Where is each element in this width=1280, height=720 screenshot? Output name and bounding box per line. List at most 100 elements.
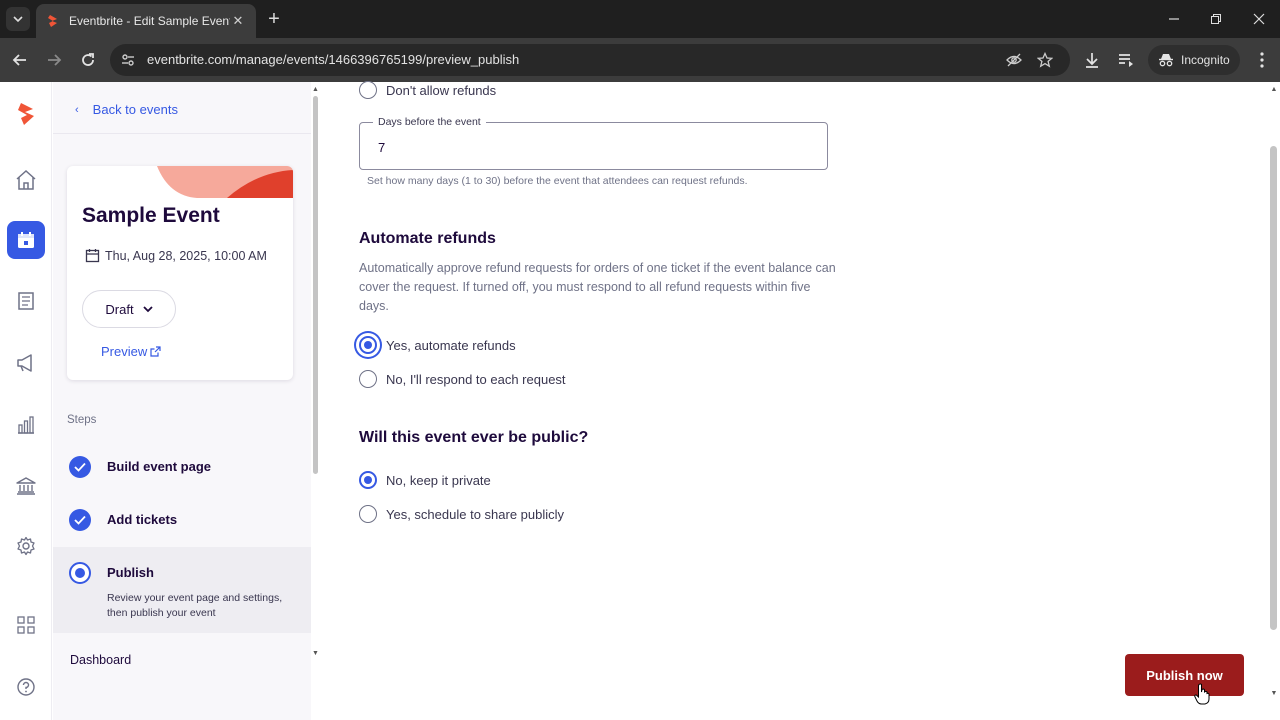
incognito-label: Incognito <box>1181 53 1230 67</box>
divider <box>53 133 311 134</box>
megaphone-icon <box>17 354 32 372</box>
chevron-left-icon: ‹ <box>75 103 79 116</box>
download-icon[interactable] <box>1082 50 1102 70</box>
step-title: Build event page <box>107 459 212 474</box>
star-icon[interactable] <box>1037 52 1053 68</box>
rail-marketing[interactable] <box>10 347 42 379</box>
rail-help[interactable] <box>10 671 42 703</box>
days-before-event-label: Days before the event <box>373 116 486 128</box>
tab-title: Eventbrite - Edit Sample Event <box>69 14 230 28</box>
calendar-small-icon <box>85 249 100 263</box>
step-build-event-page[interactable]: Build event page <box>53 452 311 482</box>
step-title: Publish <box>107 565 154 580</box>
rail-orders[interactable] <box>10 285 42 317</box>
status-dropdown[interactable]: Draft <box>82 290 176 328</box>
days-before-event-field[interactable]: Days before the event 7 <box>359 116 828 170</box>
reload-button[interactable] <box>77 49 99 71</box>
media-controls-icon[interactable] <box>1116 50 1136 70</box>
radio-button[interactable] <box>359 81 377 99</box>
rail-apps[interactable] <box>10 609 42 641</box>
rail-finance[interactable] <box>10 470 42 502</box>
tab-close-icon[interactable]: ✕ <box>230 13 246 29</box>
close-window-button[interactable] <box>1249 9 1269 29</box>
back-to-events-link[interactable]: ‹ Back to events <box>75 102 178 117</box>
bank-icon <box>16 477 36 495</box>
step-description: Review your event page and settings, the… <box>107 592 283 619</box>
radio-button[interactable] <box>359 505 377 523</box>
days-before-event-value[interactable]: 7 <box>378 140 385 155</box>
rail-settings[interactable] <box>10 530 42 562</box>
publish-settings-main: Don't allow refunds Days before the even… <box>320 81 1268 720</box>
preview-link[interactable]: Preview <box>101 344 161 359</box>
restore-button[interactable] <box>1206 9 1226 29</box>
step-complete-check-icon <box>69 456 91 478</box>
radio-label: No, I'll respond to each request <box>386 371 566 387</box>
preview-label: Preview <box>101 344 148 359</box>
radio-no-respond-each[interactable]: No, I'll respond to each request <box>359 370 566 388</box>
external-link-icon <box>150 346 161 357</box>
reports-icon <box>18 416 34 434</box>
new-tab-button[interactable]: + <box>264 8 284 30</box>
rail-reports[interactable] <box>10 409 42 441</box>
radio-yes-automate-refunds[interactable]: Yes, automate refunds <box>359 336 516 354</box>
chevron-down-icon <box>142 305 153 312</box>
hand-cursor-icon <box>1194 683 1210 705</box>
back-to-events-label: Back to events <box>92 102 178 117</box>
browser-tab-bar: Eventbrite - Edit Sample Event ✕ + <box>0 0 1280 38</box>
rail-events[interactable] <box>7 221 45 259</box>
radio-button[interactable] <box>359 471 377 489</box>
incognito-indicator[interactable]: Incognito <box>1148 45 1240 75</box>
browser-menu-button[interactable] <box>1252 50 1272 70</box>
scroll-up-arrow-icon[interactable]: ▲ <box>1268 86 1280 93</box>
sidebar-item-dashboard[interactable]: Dashboard <box>70 653 131 667</box>
scroll-down-arrow-icon[interactable]: ▼ <box>311 650 320 657</box>
close-icon <box>1253 13 1265 25</box>
step-add-tickets[interactable]: Add tickets <box>53 505 311 535</box>
restore-icon <box>1211 14 1221 24</box>
eventbrite-logo-icon <box>18 103 34 125</box>
arrow-left-icon <box>12 54 26 66</box>
radio-schedule-public[interactable]: Yes, schedule to share publicly <box>359 505 564 523</box>
back-button[interactable] <box>9 49 31 71</box>
eye-off-icon[interactable] <box>1006 52 1022 68</box>
forward-button[interactable] <box>43 49 65 71</box>
publish-now-button[interactable]: Publish now <box>1125 654 1244 696</box>
radio-dont-allow-refunds[interactable]: Don't allow refunds <box>359 81 496 99</box>
radio-button[interactable] <box>359 336 377 354</box>
sidebar-scrollbar-thumb[interactable] <box>313 96 318 474</box>
url-text: eventbrite.com/manage/events/14663967651… <box>147 52 520 67</box>
step-publish[interactable]: Publish Review your event page and setti… <box>53 547 311 633</box>
tab-search-button[interactable] <box>6 7 30 31</box>
orders-icon <box>18 292 34 310</box>
site-info-icon[interactable] <box>120 52 136 68</box>
more-vertical-icon <box>1260 52 1264 68</box>
arrow-right-icon <box>48 54 62 66</box>
step-complete-check-icon <box>69 509 91 531</box>
event-date-text: Thu, Aug 28, 2025, 10:00 AM <box>105 248 267 263</box>
event-summary-card: Sample Event Thu, Aug 28, 2025, 10:00 AM… <box>67 166 293 380</box>
help-icon <box>17 678 35 696</box>
browser-toolbar: eventbrite.com/manage/events/14663967651… <box>0 38 1280 82</box>
radio-label: Don't allow refunds <box>386 82 497 98</box>
rail-home[interactable] <box>10 164 42 196</box>
steps-heading: Steps <box>67 414 97 426</box>
scroll-down-arrow-icon[interactable]: ▼ <box>1268 690 1280 697</box>
browser-tab[interactable]: Eventbrite - Edit Sample Event ✕ <box>36 4 256 38</box>
step-title: Add tickets <box>107 512 178 527</box>
home-icon <box>16 169 36 190</box>
radio-label: Yes, automate refunds <box>386 337 516 353</box>
address-bar[interactable]: eventbrite.com/manage/events/14663967651… <box>110 44 1070 76</box>
eventbrite-favicon-icon <box>48 15 57 27</box>
radio-button[interactable] <box>359 370 377 388</box>
scroll-up-arrow-icon[interactable]: ▲ <box>311 86 320 93</box>
minimize-button[interactable] <box>1164 9 1184 29</box>
step-current-icon <box>69 562 91 584</box>
event-date: Thu, Aug 28, 2025, 10:00 AM <box>85 248 267 263</box>
eventbrite-logo[interactable] <box>10 98 42 130</box>
status-label: Draft <box>105 301 134 317</box>
apps-grid-icon <box>17 616 35 634</box>
radio-label: No, keep it private <box>386 472 491 488</box>
reload-icon <box>82 53 94 66</box>
main-scrollbar-thumb[interactable] <box>1270 146 1277 630</box>
radio-keep-private[interactable]: No, keep it private <box>359 471 491 489</box>
